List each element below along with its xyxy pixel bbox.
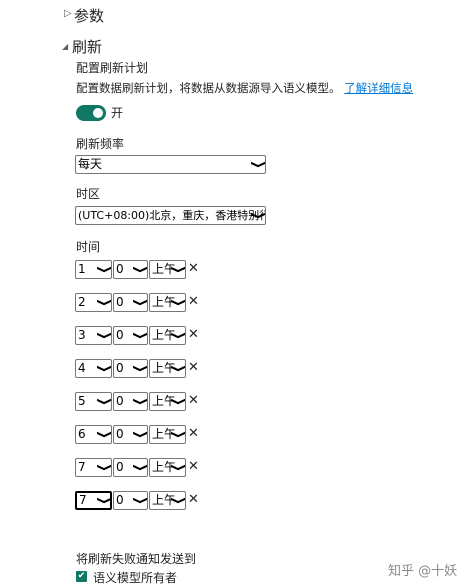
checkmark-icon: ✔ xyxy=(77,571,86,581)
minute-select[interactable]: 0 ❯ xyxy=(113,425,148,444)
hour-select[interactable]: 2 ❯ xyxy=(75,293,112,312)
ampm-select[interactable]: 上午 ❯ xyxy=(149,392,186,411)
close-icon[interactable]: ✕ xyxy=(188,328,199,342)
toggle-knob xyxy=(93,108,103,118)
close-icon[interactable]: ✕ xyxy=(188,361,199,375)
minute-select-value: 0 xyxy=(116,394,124,408)
schedule-description-text: 配置数据刷新计划，将数据从数据源导入语义模型。 xyxy=(76,81,341,95)
minute-select-value: 0 xyxy=(116,295,124,309)
chevron-down-icon: ❯ xyxy=(170,265,186,274)
chevron-down-icon: ❯ xyxy=(96,331,112,340)
hour-select-value: 7 xyxy=(78,460,86,474)
close-icon[interactable]: ✕ xyxy=(188,394,199,408)
chevron-down-icon: ❯ xyxy=(96,298,112,307)
chevron-down-icon: ❯ xyxy=(132,298,148,307)
chevron-down-icon: ❯ xyxy=(96,364,112,373)
minute-select[interactable]: 0 ❯ xyxy=(113,260,148,279)
hour-select-value: 5 xyxy=(78,394,86,408)
section-refresh-title[interactable]: 刷新 xyxy=(72,38,102,56)
chevron-down-icon: ❯ xyxy=(96,463,112,472)
chevron-down-icon: ❯ xyxy=(96,265,112,274)
owner-checkbox-label: 语义模型所有者 xyxy=(93,571,178,585)
chevron-down-icon: ❯ xyxy=(96,430,112,439)
ampm-select[interactable]: 上午 ❯ xyxy=(149,458,186,477)
hour-select[interactable]: 5 ❯ xyxy=(75,392,112,411)
minute-select[interactable]: 0 ❯ xyxy=(113,359,148,378)
schedule-description: 配置数据刷新计划，将数据从数据源导入语义模型。 了解详细信息 xyxy=(76,81,413,95)
minute-select-value: 0 xyxy=(116,361,124,375)
hour-select[interactable]: 3 ❯ xyxy=(75,326,112,345)
learn-more-link[interactable]: 了解详细信息 xyxy=(344,81,413,95)
hour-select-value: 7 xyxy=(79,493,87,507)
hour-select[interactable]: 6 ❯ xyxy=(75,425,112,444)
expand-arrow-icon[interactable]: ▷ xyxy=(64,8,72,20)
schedule-toggle[interactable] xyxy=(76,105,106,121)
minute-select[interactable]: 0 ❯ xyxy=(113,491,148,510)
ampm-select[interactable]: 上午 ❯ xyxy=(149,260,186,279)
minute-select-value: 0 xyxy=(116,328,124,342)
minute-select[interactable]: 0 ❯ xyxy=(113,293,148,312)
minute-select-value: 0 xyxy=(116,493,124,507)
minute-select-value: 0 xyxy=(116,427,124,441)
minute-select[interactable]: 0 ❯ xyxy=(113,458,148,477)
chevron-down-icon: ❯ xyxy=(170,331,186,340)
section-params-title[interactable]: 参数 xyxy=(74,7,104,25)
hour-select-value: 3 xyxy=(78,328,86,342)
watermark: 知乎 @十妖 xyxy=(388,564,458,579)
chevron-down-icon: ❯ xyxy=(132,265,148,274)
hour-select-value: 1 xyxy=(78,262,86,276)
hour-select-value: 6 xyxy=(78,427,86,441)
timezone-select[interactable]: (UTC+08:00)北京，重庆，香港特别行 ❯ xyxy=(75,206,266,225)
timezone-value: (UTC+08:00)北京，重庆，香港特别行 xyxy=(78,209,266,222)
collapse-arrow-icon[interactable]: ◢ xyxy=(62,41,68,53)
chevron-down-icon: ❯ xyxy=(132,364,148,373)
chevron-down-icon: ❯ xyxy=(132,397,148,406)
chevron-down-icon: ❯ xyxy=(132,331,148,340)
chevron-down-icon: ❯ xyxy=(170,496,186,505)
chevron-down-icon: ❯ xyxy=(132,430,148,439)
hour-select[interactable]: 7 ❯ xyxy=(75,458,112,477)
hour-select[interactable]: 4 ❯ xyxy=(75,359,112,378)
chevron-down-icon: ❯ xyxy=(170,298,186,307)
minute-select-value: 0 xyxy=(116,460,124,474)
close-icon[interactable]: ✕ xyxy=(188,493,199,507)
minute-select[interactable]: 0 ❯ xyxy=(113,392,148,411)
frequency-label: 刷新频率 xyxy=(76,137,125,151)
hour-select[interactable]: 7 ❯ xyxy=(75,491,112,510)
timezone-label: 时区 xyxy=(76,187,101,201)
hour-select-value: 2 xyxy=(78,295,86,309)
chevron-down-icon: ❯ xyxy=(170,364,186,373)
close-icon[interactable]: ✕ xyxy=(188,460,199,474)
toggle-label: 开 xyxy=(111,106,124,120)
hour-select[interactable]: 1 ❯ xyxy=(75,260,112,279)
chevron-down-icon: ❯ xyxy=(96,496,112,505)
hour-select-value: 4 xyxy=(78,361,86,375)
schedule-heading: 配置刷新计划 xyxy=(76,61,149,75)
frequency-select[interactable]: 每天 ❯ xyxy=(75,155,266,174)
chevron-down-icon: ❯ xyxy=(170,430,186,439)
close-icon[interactable]: ✕ xyxy=(188,262,199,276)
chevron-down-icon: ❯ xyxy=(250,160,266,169)
close-icon[interactable]: ✕ xyxy=(188,427,199,441)
frequency-value: 每天 xyxy=(78,157,103,171)
ampm-select[interactable]: 上午 ❯ xyxy=(149,491,186,510)
chevron-down-icon: ❯ xyxy=(250,211,266,220)
chevron-down-icon: ❯ xyxy=(170,463,186,472)
ampm-select[interactable]: 上午 ❯ xyxy=(149,293,186,312)
owner-checkbox[interactable]: ✔ xyxy=(76,571,87,582)
notify-label: 将刷新失败通知发送到 xyxy=(76,552,197,566)
time-label: 时间 xyxy=(76,240,101,254)
ampm-select[interactable]: 上午 ❯ xyxy=(149,359,186,378)
chevron-down-icon: ❯ xyxy=(96,397,112,406)
chevron-down-icon: ❯ xyxy=(132,496,148,505)
chevron-down-icon: ❯ xyxy=(170,397,186,406)
minute-select-value: 0 xyxy=(116,262,124,276)
chevron-down-icon: ❯ xyxy=(132,463,148,472)
minute-select[interactable]: 0 ❯ xyxy=(113,326,148,345)
ampm-select[interactable]: 上午 ❯ xyxy=(149,425,186,444)
ampm-select[interactable]: 上午 ❯ xyxy=(149,326,186,345)
close-icon[interactable]: ✕ xyxy=(188,295,199,309)
